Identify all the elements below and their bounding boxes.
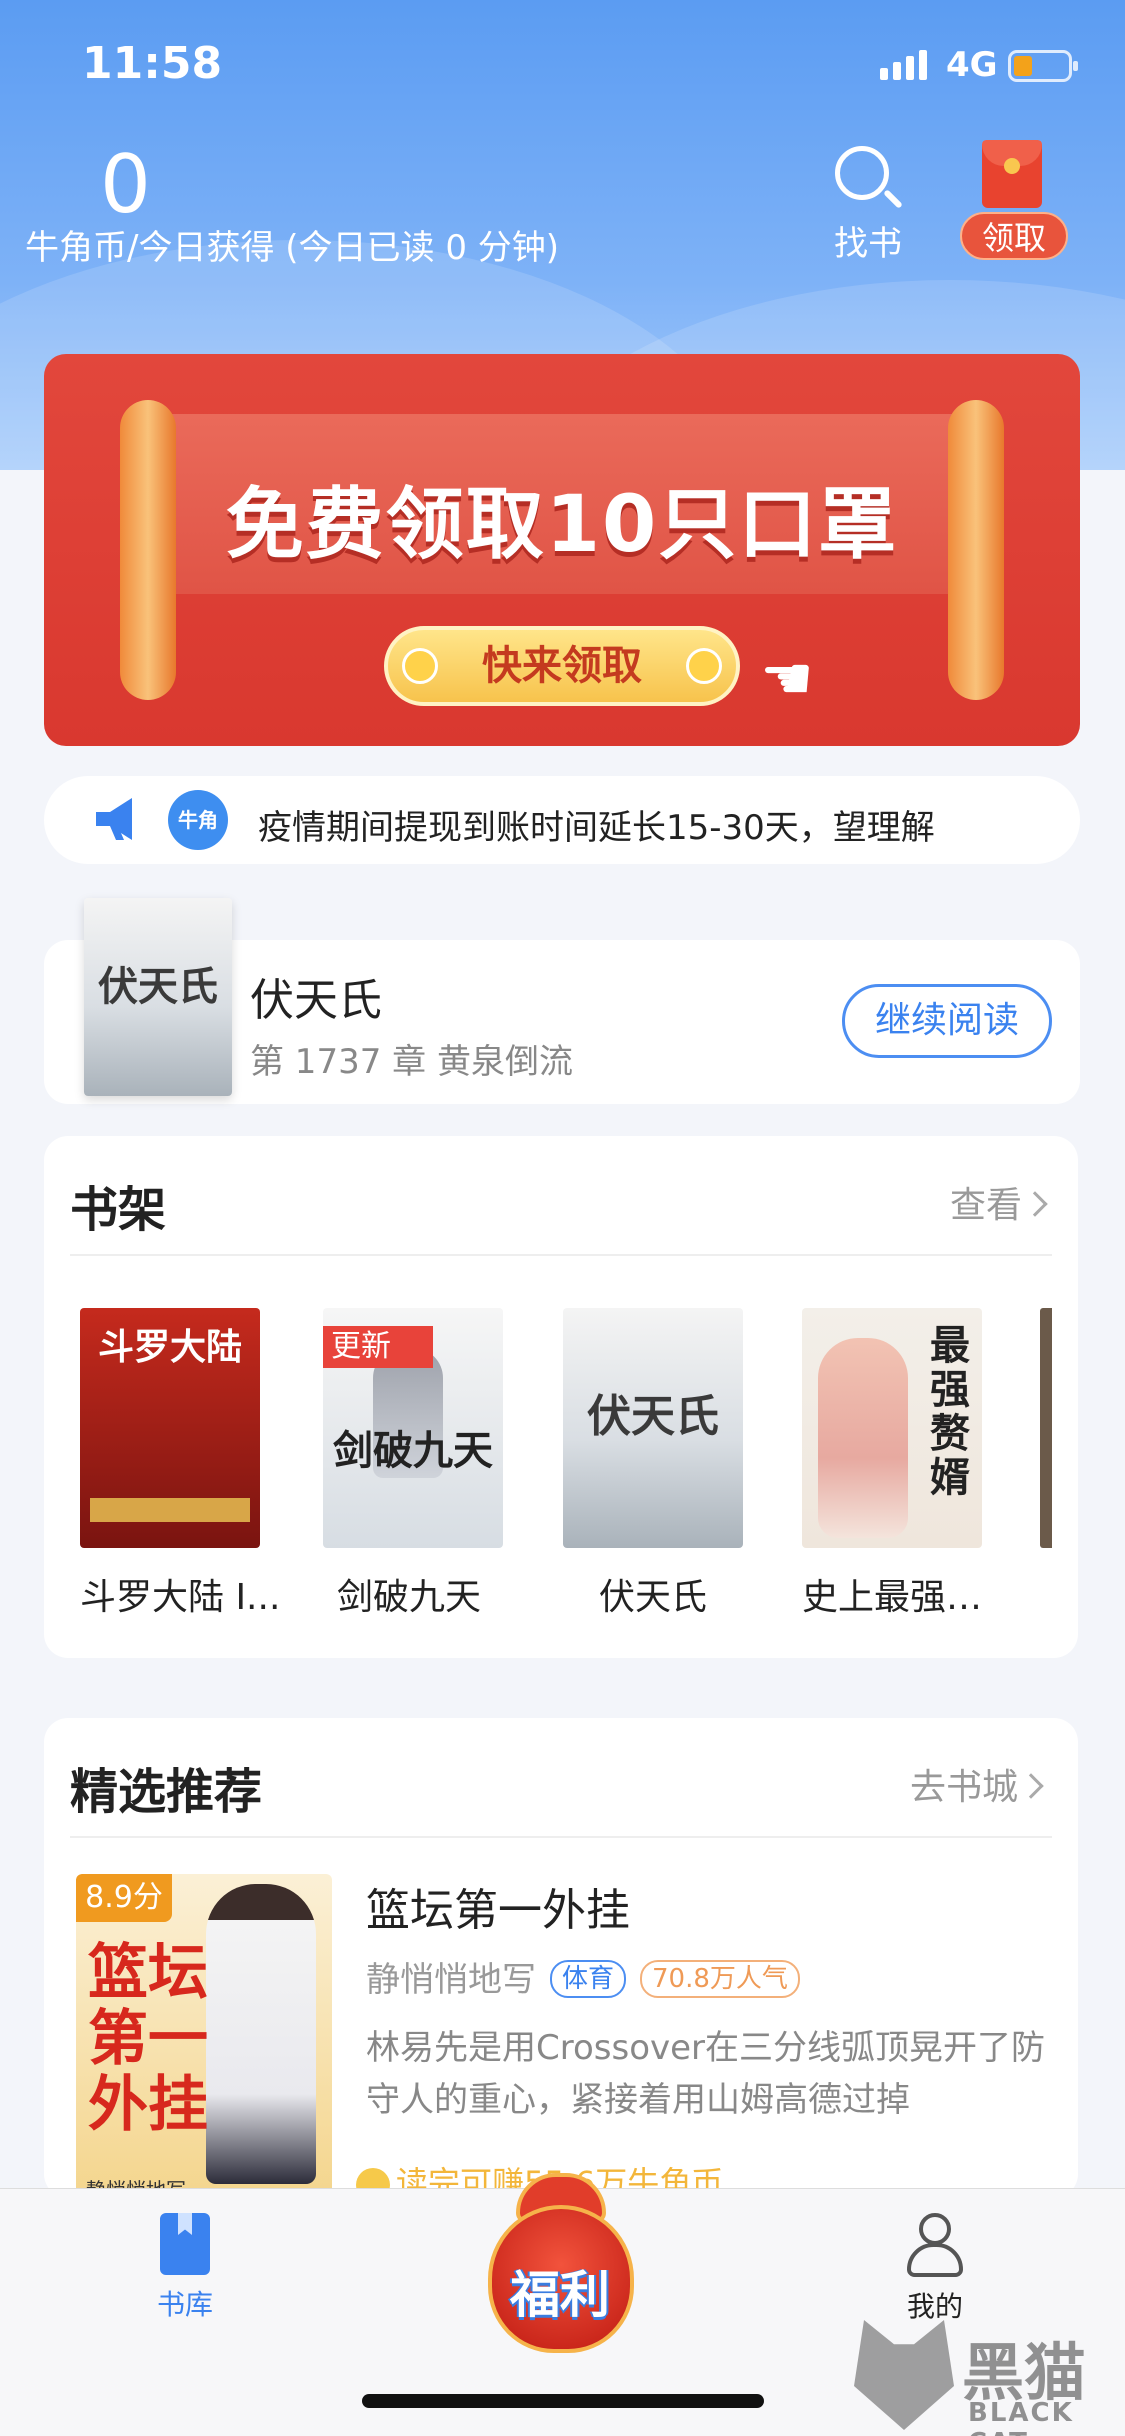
- notice-bar[interactable]: 牛角 疫情期间提现到账时间延长15-30天，望理解: [44, 776, 1080, 864]
- megaphone-icon: [96, 798, 132, 840]
- book-icon: [160, 2213, 210, 2275]
- continue-reading-button[interactable]: 继续阅读: [842, 984, 1052, 1058]
- bookshelf-view-label: 查看: [950, 1185, 1023, 1226]
- banner-title: 免费领取10只口罩: [225, 480, 899, 570]
- shelf-book-partial[interactable]: [1040, 1308, 1052, 1548]
- coins-value: 0: [100, 138, 151, 231]
- featured-book-author: 静悄悄地写: [366, 1960, 536, 2000]
- claim-button[interactable]: 领取: [960, 212, 1068, 260]
- category-tag: 体育: [550, 1959, 627, 1998]
- popularity-tag: 70.8万人气: [640, 1959, 800, 1998]
- shelf-book-name: 史上最强…: [802, 1577, 983, 1618]
- update-badge: 更新: [323, 1326, 433, 1368]
- chevron-right-icon: [1022, 1191, 1048, 1217]
- home-indicator[interactable]: [362, 2394, 764, 2408]
- cover-title: 最强赘婿: [930, 1322, 970, 1501]
- book-cover: 伏天氏: [563, 1308, 743, 1548]
- shelf-book[interactable]: 更新 剑破九天 剑破九天: [323, 1308, 513, 1620]
- featured-book-meta: 静悄悄地写 体育 70.8万人气: [366, 1952, 800, 2001]
- shelf-book[interactable]: 最强赘婿 史上最强…: [802, 1308, 992, 1620]
- divider: [70, 1836, 1052, 1838]
- watermark-logo: 黑猫 BLACK CAT: [850, 2316, 1120, 2436]
- cover-title: 斗罗大陆: [97, 1326, 242, 1368]
- tab-mine[interactable]: 我的: [880, 2213, 990, 2325]
- divider: [70, 1254, 1052, 1256]
- featured-book-description: 林易先是用Crossover在三分线弧顶晃开了防守人的重心，紧接着用山姆高德过掉: [366, 2028, 1046, 2120]
- cover-figure: [206, 1884, 316, 2184]
- signal-icon: [880, 50, 927, 80]
- avatar: 牛角: [168, 790, 228, 850]
- chevron-right-icon: [1018, 1773, 1044, 1799]
- shelf-book-name: 斗罗大陆 I...: [80, 1577, 281, 1618]
- cover-title: 剑破九天: [333, 1427, 493, 1474]
- status-time: 11:58: [82, 38, 223, 89]
- banner-cta-label: 快来领取: [482, 643, 642, 689]
- book-cover: 最强赘婿: [802, 1308, 982, 1548]
- find-book-button[interactable]: 找书: [830, 140, 903, 264]
- tab-welfare-label: 福利: [510, 2266, 610, 2324]
- network-type: 4G: [946, 45, 998, 85]
- notice-text: 疫情期间提现到账时间延长15-30天，望理解: [258, 808, 935, 848]
- featured-title: 精选推荐: [70, 1764, 263, 1820]
- continue-chapter: 第 1737 章 黄泉倒流: [250, 1042, 573, 1082]
- tab-library-label: 书库: [156, 2288, 213, 2321]
- tab-library[interactable]: 书库: [130, 2213, 240, 2323]
- banner-cta-button[interactable]: 快来领取: [384, 626, 740, 706]
- watermark-en: BLACK CAT: [968, 2398, 1074, 2436]
- shelf-book[interactable]: 斗罗大陆 斗罗大陆 I...: [80, 1308, 281, 1620]
- red-envelope-icon[interactable]: [982, 140, 1042, 208]
- continue-book-title: 伏天氏: [250, 975, 382, 1026]
- book-cover: 更新 剑破九天: [323, 1308, 503, 1548]
- shelf-book-name: 伏天氏: [599, 1577, 708, 1618]
- status-bar: 11:58 4G: [0, 0, 1125, 130]
- bookshelf-view-link[interactable]: 查看: [950, 1176, 1048, 1228]
- cover-title: 伏天氏: [98, 963, 218, 1010]
- go-bookstore-label: 去书城: [910, 1767, 1019, 1808]
- cover-title: 伏天氏: [587, 1391, 719, 1442]
- heart-icon: [686, 648, 722, 684]
- heart-icon: [402, 648, 438, 684]
- coins-label: 牛角币/今日获得 (今日已读 0 分钟): [25, 228, 560, 268]
- cat-logo-icon: [854, 2320, 954, 2430]
- book-cover: 斗罗大陆: [80, 1308, 260, 1548]
- shelf-book-name: 剑破九天: [337, 1577, 482, 1618]
- person-icon: [905, 2213, 965, 2279]
- tab-welfare[interactable]: 福利: [470, 2155, 650, 2365]
- featured-book-title[interactable]: 篮坛第一外挂: [366, 1874, 630, 1938]
- score-badge: 8.9分: [76, 1874, 172, 1922]
- promo-banner[interactable]: 免费领取10只口罩 快来领取 ☚: [44, 354, 1080, 746]
- featured-section: 精选推荐 去书城 8.9分 篮坛第一外挂 静悄悄地写 篮坛第一外挂 静悄悄地写体…: [44, 1718, 1078, 2198]
- bookshelf-title: 书架: [70, 1182, 167, 1238]
- find-book-label: 找书: [834, 224, 902, 264]
- bookshelf-section: 书架 查看 斗罗大陆 斗罗大陆 I... 更新 剑破九天 剑破九天 伏天氏 伏天…: [44, 1136, 1078, 1658]
- shelf-book[interactable]: 伏天氏 伏天氏: [563, 1308, 753, 1620]
- go-bookstore-link[interactable]: 去书城: [910, 1758, 1044, 1810]
- continue-book-cover[interactable]: 伏天氏: [84, 898, 232, 1096]
- battery-icon: [1008, 50, 1078, 82]
- cover-title: 篮坛第一外挂: [88, 1938, 208, 2140]
- featured-book-cover[interactable]: 8.9分 篮坛第一外挂 静悄悄地写: [76, 1874, 332, 2198]
- pointing-hand-icon: ☚: [760, 644, 814, 714]
